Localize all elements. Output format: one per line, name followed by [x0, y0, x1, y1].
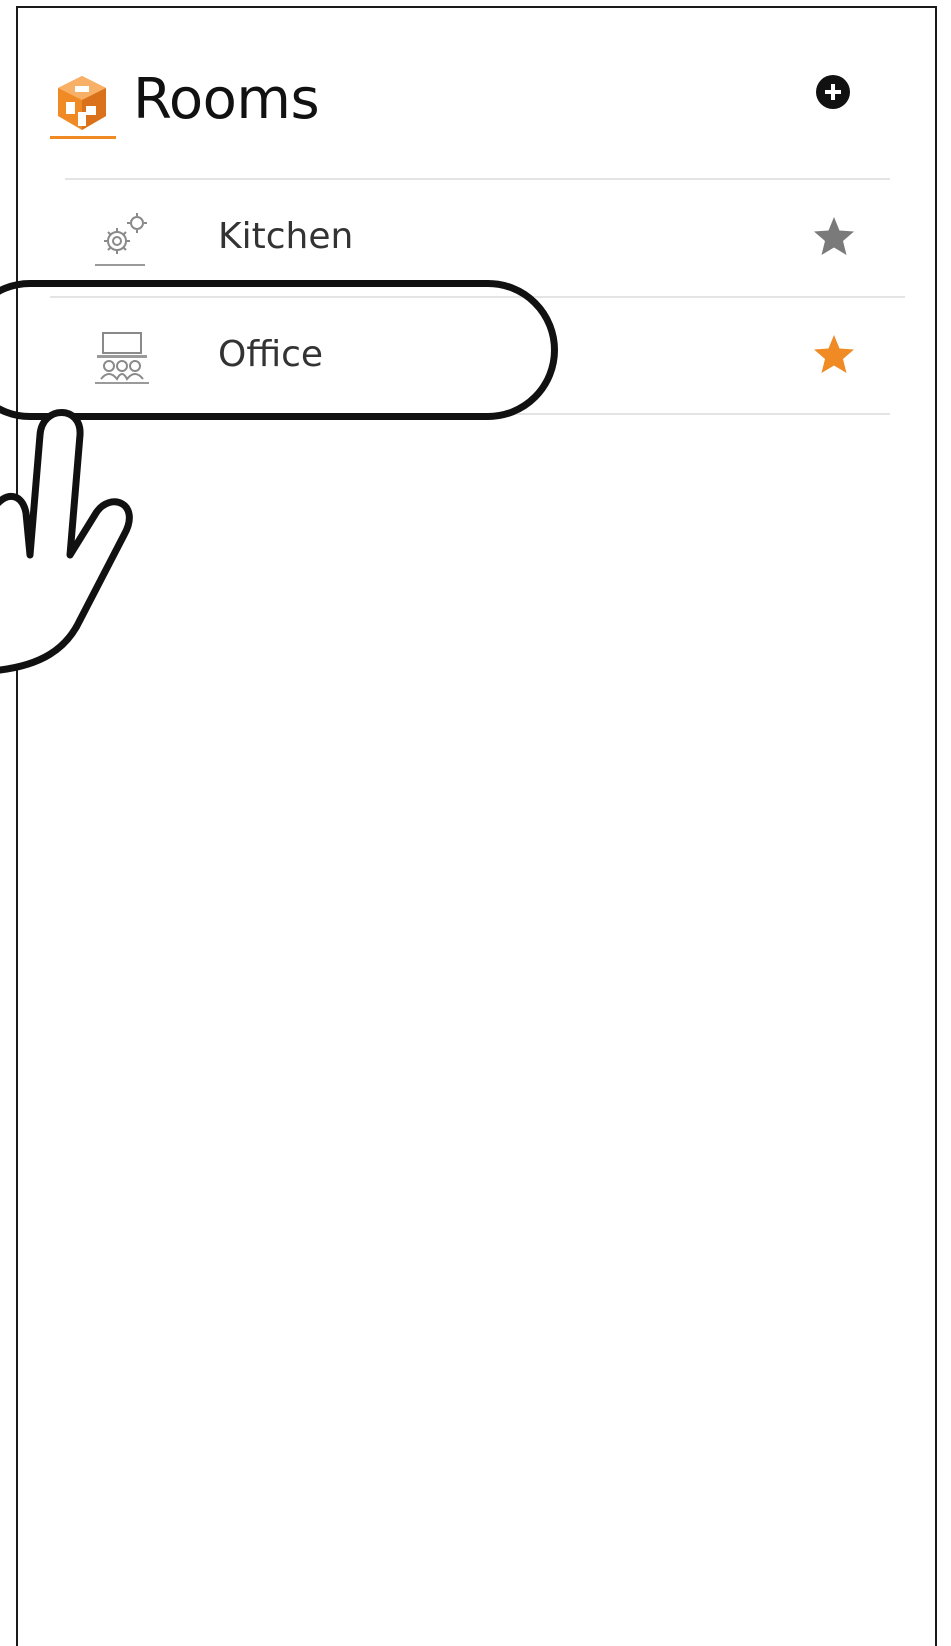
page-title: Rooms	[133, 67, 320, 132]
office-meeting-icon	[95, 332, 149, 384]
title-icon-underline	[50, 136, 116, 139]
favorite-star-icon[interactable]	[810, 331, 858, 379]
gears-icon	[95, 213, 147, 266]
divider	[65, 178, 890, 180]
favorite-star-icon[interactable]	[810, 213, 858, 261]
add-room-button[interactable]	[816, 75, 850, 109]
room-label: Office	[218, 334, 324, 375]
room-label: Kitchen	[218, 216, 354, 257]
plus-circle-icon	[825, 84, 841, 100]
room-item-kitchen[interactable]: Kitchen	[50, 185, 905, 295]
divider	[65, 413, 890, 415]
divider	[50, 296, 905, 298]
room-item-office[interactable]: Office	[50, 303, 905, 413]
house-cube-icon	[58, 76, 106, 130]
